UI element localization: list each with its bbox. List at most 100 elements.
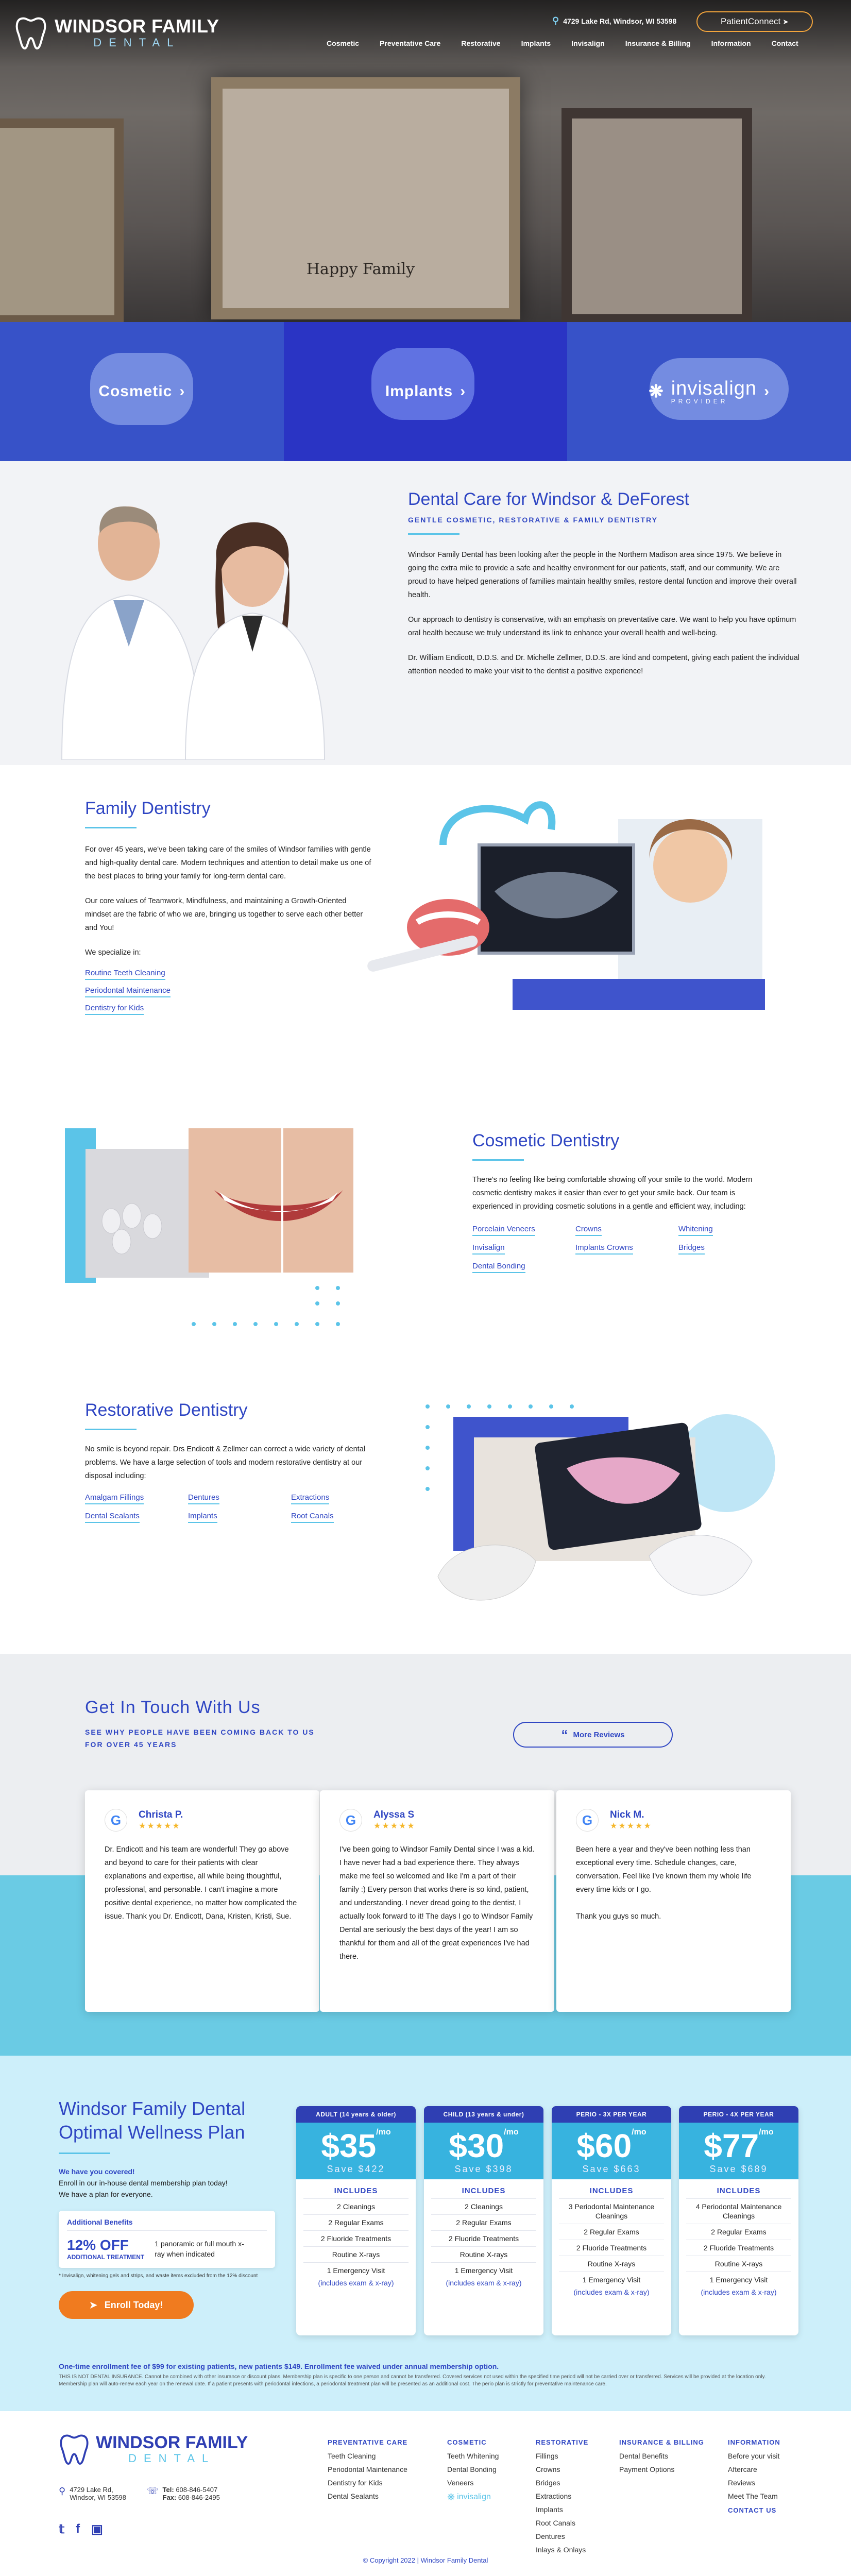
link-dental-sealants[interactable]: Dental Sealants xyxy=(85,1512,140,1523)
link-root-canals[interactable]: Root Canals xyxy=(291,1512,334,1523)
google-icon: G xyxy=(576,1809,599,1832)
tile-invisalign[interactable]: ❋ invisalign PROVIDER › xyxy=(567,322,851,461)
nav-contact[interactable]: Contact xyxy=(761,39,809,47)
link-porcelain-veneers[interactable]: Porcelain Veneers xyxy=(472,1225,535,1236)
footer-link[interactable]: Before your visit xyxy=(728,2449,780,2463)
link-implants-crowns[interactable]: Implants Crowns xyxy=(575,1243,633,1255)
footer-link[interactable]: Teeth Cleaning xyxy=(328,2449,407,2463)
footer-link[interactable]: Aftercare xyxy=(728,2463,780,2476)
plan-feature: 2 Regular Exams xyxy=(686,2224,791,2240)
footer-link[interactable]: Dentures xyxy=(536,2530,588,2543)
link-bridges[interactable]: Bridges xyxy=(678,1243,705,1255)
tile-cosmetic[interactable]: Cosmetic › xyxy=(0,322,284,461)
plan-feature-note: (includes exam & x-ray) xyxy=(318,2279,394,2287)
reviews-title: Get In Touch With Us xyxy=(85,1698,261,1717)
footer-contact: ⚲ 4729 Lake Rd, Windsor, WI 53598 ☏ Tel:… xyxy=(59,2486,220,2501)
footer-col-title[interactable]: COSMETIC xyxy=(447,2436,499,2449)
nav-insurance-billing[interactable]: Insurance & Billing xyxy=(615,39,701,47)
footer-link[interactable]: Periodontal Maintenance xyxy=(328,2463,407,2476)
footer-link[interactable]: Veneers xyxy=(447,2476,499,2489)
nav-information[interactable]: Information xyxy=(701,39,761,47)
header-address[interactable]: ⚲ 4729 Lake Rd, Windsor, WI 53598 xyxy=(552,15,676,26)
link-periodontal-maintenance[interactable]: Periodontal Maintenance xyxy=(85,986,171,997)
site-logo[interactable]: WINDSOR FAMILY DENTAL xyxy=(14,12,219,54)
family-paragraph-2: Our core values of Teamwork, Mindfulness… xyxy=(85,897,363,932)
footer-link[interactable]: Extractions xyxy=(536,2489,588,2503)
nav-preventative-care[interactable]: Preventative Care xyxy=(369,39,451,47)
footer-col-title[interactable]: RESTORATIVE xyxy=(536,2436,588,2449)
link-invisalign[interactable]: Invisalign xyxy=(472,1243,505,1255)
footer-link[interactable]: Teeth Whitening xyxy=(447,2449,499,2463)
includes-heading: INCLUDES xyxy=(717,2187,761,2195)
footer-col-title[interactable]: PREVENTATIVE CARE xyxy=(328,2436,407,2449)
footer-col-title[interactable]: INSURANCE & BILLING xyxy=(619,2436,704,2449)
map-pin-icon: ⚲ xyxy=(552,15,559,26)
footer-col-title[interactable]: INFORMATION xyxy=(728,2436,780,2449)
footer-link[interactable]: Meet The Team xyxy=(728,2489,780,2503)
link-dentures[interactable]: Dentures xyxy=(188,1493,219,1504)
enroll-today-button[interactable]: ➤ Enroll Today! xyxy=(59,2291,194,2319)
nav-cosmetic[interactable]: Cosmetic xyxy=(316,39,369,47)
plan-card-child[interactable]: CHILD (13 years & under) $30/mo Save $398… xyxy=(424,2106,543,2335)
footer-link[interactable]: Dental Bonding xyxy=(447,2463,499,2476)
instagram-icon[interactable]: ▣ xyxy=(91,2522,103,2537)
photo-frame-left xyxy=(0,118,124,322)
link-crowns[interactable]: Crowns xyxy=(575,1225,602,1236)
divider xyxy=(408,533,459,535)
plan-card-perio-3x[interactable]: PERIO - 3X PER YEAR $60/mo Save $663 INCL… xyxy=(552,2106,671,2335)
plan-feature: Routine X-rays xyxy=(431,2246,536,2262)
footer-link[interactable]: Dentistry for Kids xyxy=(328,2476,407,2489)
plan-feature: 1 Emergency Visit xyxy=(686,2272,791,2287)
phone-icon: ☏ xyxy=(147,2486,159,2496)
link-implants[interactable]: Implants xyxy=(188,1512,217,1523)
more-reviews-button[interactable]: “ More Reviews xyxy=(513,1722,673,1748)
footer-link[interactable]: Dental Benefits xyxy=(619,2449,704,2463)
nav-invisalign[interactable]: Invisalign xyxy=(561,39,615,47)
plan-price: $35 xyxy=(321,2127,377,2164)
intro-subtitle: GENTLE COSMETIC, RESTORATIVE & FAMILY DE… xyxy=(408,516,658,524)
link-amalgam-fillings[interactable]: Amalgam Fillings xyxy=(85,1493,144,1504)
footer-link[interactable]: Implants xyxy=(536,2503,588,2516)
footer-logo[interactable]: WINDSOR FAMILY DENTAL xyxy=(59,2432,248,2467)
tel-number[interactable]: 608-846-5407 xyxy=(176,2486,217,2494)
review-card: G Nick M. ★★★★★ Been here a year and the… xyxy=(556,1790,791,2012)
footer-invisalign-logo[interactable]: ❋ invisalign xyxy=(447,2490,499,2504)
link-whitening[interactable]: Whitening xyxy=(678,1225,713,1236)
footer-link[interactable]: Inlays & Onlays xyxy=(536,2543,588,2556)
link-dental-bonding[interactable]: Dental Bonding xyxy=(472,1262,525,1273)
addl-xray: 1 panoramic or full mouth x-ray when ind… xyxy=(155,2240,244,2258)
plan-feature-note: (includes exam & x-ray) xyxy=(446,2279,522,2287)
site-header: WINDSOR FAMILY DENTAL ⚲ 4729 Lake Rd, Wi… xyxy=(0,0,851,67)
plan-title: Windsor Family Dental Optimal Wellness P… xyxy=(59,2098,246,2143)
plan-feature: 2 Regular Exams xyxy=(559,2224,664,2240)
nav-restorative[interactable]: Restorative xyxy=(451,39,510,47)
footer-link[interactable]: Crowns xyxy=(536,2463,588,2476)
plan-card-perio-4x[interactable]: PERIO - 4X PER YEAR $77/mo Save $689 INCL… xyxy=(679,2106,798,2335)
map-pin-icon: ⚲ xyxy=(59,2486,66,2496)
footer-link[interactable]: Root Canals xyxy=(536,2516,588,2530)
link-extractions[interactable]: Extractions xyxy=(291,1493,330,1504)
footer-col-information: INFORMATION Before your visit Aftercare … xyxy=(728,2436,780,2517)
footer-link[interactable]: Fillings xyxy=(536,2449,588,2463)
plan-savings: Save $398 xyxy=(454,2164,513,2174)
footer-link[interactable]: Payment Options xyxy=(619,2463,704,2476)
footer-link[interactable]: Bridges xyxy=(536,2476,588,2489)
footer-contact-us[interactable]: CONTACT US xyxy=(728,2504,780,2517)
plan-savings: Save $689 xyxy=(709,2164,768,2174)
plan-feature: 2 Cleanings xyxy=(431,2198,536,2214)
nav-implants[interactable]: Implants xyxy=(511,39,561,47)
footer-link[interactable]: Dental Sealants xyxy=(328,2489,407,2503)
twitter-icon[interactable]: 𝕥 xyxy=(59,2522,64,2537)
patient-connect-button[interactable]: PatientConnect ➤ xyxy=(696,11,813,32)
footer-link[interactable]: Reviews xyxy=(728,2476,780,2489)
tile-implants[interactable]: Implants › xyxy=(283,322,568,461)
plan-price: $60 xyxy=(576,2127,632,2164)
reviews-subtitle: SEE WHY PEOPLE HAVE BEEN COMING BACK TO … xyxy=(85,1728,315,1749)
facebook-icon[interactable]: f xyxy=(76,2522,80,2537)
plan-feature-note: (includes exam & x-ray) xyxy=(701,2288,777,2296)
fax-label: Fax: xyxy=(162,2494,177,2501)
link-dentistry-for-kids[interactable]: Dentistry for Kids xyxy=(85,1004,144,1015)
link-routine-teeth-cleaning[interactable]: Routine Teeth Cleaning xyxy=(85,969,165,980)
restorative-dentistry-section: Restorative Dentistry No smile is beyond… xyxy=(85,1400,384,1523)
plan-card-adult[interactable]: ADULT (14 years & older) $35/mo Save $422… xyxy=(296,2106,416,2335)
